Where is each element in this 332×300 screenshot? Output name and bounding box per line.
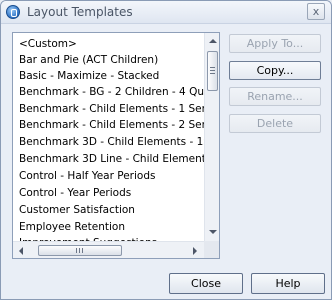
list-item[interactable]: Benchmark 3D - Child Elements - 1Seri.: [19, 134, 219, 150]
apply-to-button[interactable]: Apply To...: [229, 34, 321, 53]
vertical-scroll-thumb[interactable]: [207, 51, 218, 91]
vertical-scrollbar[interactable]: [204, 33, 219, 241]
close-button[interactable]: Close: [169, 273, 243, 294]
list-item[interactable]: Control - Half Year Periods: [19, 168, 155, 184]
scroll-up-icon[interactable]: [209, 39, 217, 43]
app-icon: [6, 5, 20, 19]
window-title: Layout Templates: [27, 5, 133, 19]
list-item[interactable]: Benchmark - Child Elements - 2 Series -: [19, 117, 219, 133]
horizontal-scroll-thumb[interactable]: [38, 245, 122, 256]
close-window-button[interactable]: x: [307, 3, 325, 20]
layout-templates-dialog: Layout Templates x <Custom> Bar and Pie …: [0, 0, 332, 300]
title-bar: Layout Templates x: [1, 1, 331, 24]
scroll-down-icon[interactable]: [209, 230, 217, 234]
list-item[interactable]: <Custom>: [19, 36, 77, 52]
delete-button[interactable]: Delete: [229, 114, 321, 133]
scroll-left-icon[interactable]: [19, 247, 23, 255]
list-item[interactable]: Basic - Maximize - Stacked: [19, 68, 159, 84]
list-item[interactable]: Benchmark 3D Line - Child Elements - 1: [19, 151, 219, 167]
list-item[interactable]: Customer Satisfaction: [19, 202, 135, 218]
list-item[interactable]: Employee Retention: [19, 219, 125, 235]
list-item[interactable]: Benchmark - BG - 2 Children - 4 Quarte: [19, 84, 219, 100]
scroll-right-icon[interactable]: [193, 247, 197, 255]
templates-listbox[interactable]: <Custom> Bar and Pie (ACT Children) Basi…: [12, 32, 220, 259]
scrollbar-corner: [204, 241, 219, 258]
copy-button[interactable]: Copy...: [229, 61, 321, 80]
rename-button[interactable]: Rename...: [229, 87, 321, 106]
list-item[interactable]: Control - Year Periods: [19, 185, 131, 201]
horizontal-scrollbar[interactable]: [13, 241, 204, 258]
list-item[interactable]: Benchmark - Child Elements - 1 Serie -: [19, 101, 219, 117]
help-button[interactable]: Help: [251, 273, 325, 294]
list-item[interactable]: Bar and Pie (ACT Children): [19, 52, 158, 68]
